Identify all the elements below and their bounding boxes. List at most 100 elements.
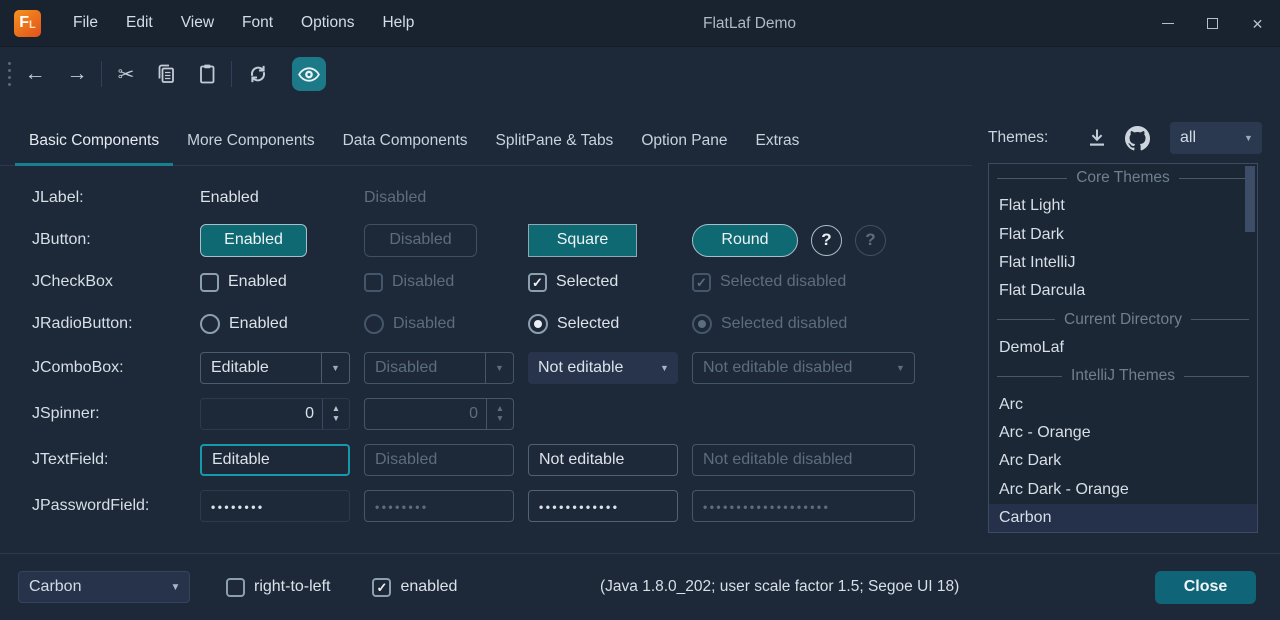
- textfield-not-editable-disabled: Not editable disabled: [692, 444, 915, 476]
- radio-disabled: Disabled: [364, 314, 528, 334]
- scrollbar-thumb[interactable]: [1245, 166, 1255, 232]
- menu-view[interactable]: View: [167, 0, 228, 47]
- passwordfield-enabled[interactable]: ••••••••: [200, 490, 350, 522]
- refresh-icon: [246, 62, 270, 86]
- menu-help[interactable]: Help: [368, 0, 428, 47]
- spinner-arrows-icon: ▲▼: [487, 404, 513, 424]
- tab-data-components[interactable]: Data Components: [329, 117, 482, 165]
- github-icon: [1125, 126, 1150, 151]
- themes-label: Themes:: [988, 129, 1048, 147]
- copy-icon: [154, 62, 178, 86]
- toolbar: ← → ✂: [0, 48, 1280, 100]
- disabled-button: Disabled: [364, 224, 477, 257]
- menu-font[interactable]: Font: [228, 0, 287, 47]
- maximize-button[interactable]: [1190, 0, 1235, 47]
- theme-item-flat-light[interactable]: Flat Light: [989, 192, 1257, 220]
- theme-combobox-value: Carbon: [19, 578, 162, 596]
- textfield-editable-focused[interactable]: Editable: [200, 444, 350, 476]
- spinner-disabled: 0▲▼: [364, 398, 514, 430]
- theme-item-demolaf[interactable]: DemoLaf: [989, 334, 1257, 362]
- chevron-down-icon: ▼: [651, 363, 678, 373]
- combobox-not-editable[interactable]: Not editable▼: [528, 352, 678, 384]
- passwordfield-disabled: ••••••••: [364, 490, 514, 522]
- row-jbutton: JButton: Enabled Disabled Square Round ?…: [0, 219, 970, 261]
- row-jcombobox: JComboBox: Editable▼ Disabled▼ Not edita…: [0, 345, 970, 391]
- eye-icon: [298, 67, 320, 82]
- close-button[interactable]: Close: [1155, 571, 1256, 604]
- textfield-not-editable[interactable]: Not editable: [528, 444, 678, 476]
- right-to-left-checkbox[interactable]: ✓right-to-left: [226, 578, 330, 597]
- minimize-button[interactable]: [1145, 0, 1190, 47]
- theme-item-carbon[interactable]: Carbon: [989, 504, 1257, 532]
- radio-selected[interactable]: Selected: [528, 314, 692, 334]
- download-icon: [1085, 126, 1109, 150]
- github-link-button[interactable]: [1122, 123, 1152, 153]
- chevron-down-icon: ▼: [486, 363, 513, 373]
- checkbox-checked-icon[interactable]: ✓: [528, 273, 547, 292]
- theme-item-arc-dark[interactable]: Arc Dark: [989, 447, 1257, 475]
- tab-extras[interactable]: Extras: [742, 117, 814, 165]
- status-text: (Java 1.8.0_202; user scale factor 1.5; …: [600, 578, 959, 596]
- row-jcheckbox: JCheckBox ✓Enabled ✓Disabled ✓Selected ✓…: [0, 261, 970, 303]
- chevron-down-icon: ▼: [887, 363, 914, 373]
- show-hidden-toggle-button[interactable]: [292, 57, 326, 91]
- theme-item-flat-intellij[interactable]: Flat IntelliJ: [989, 249, 1257, 277]
- window-controls: ✕: [1145, 0, 1280, 47]
- toolbar-grip-handle[interactable]: [8, 62, 11, 86]
- close-window-button[interactable]: ✕: [1235, 0, 1280, 47]
- checkbox-icon[interactable]: ✓: [226, 578, 245, 597]
- round-button[interactable]: Round: [692, 224, 798, 257]
- chevron-down-icon: ▼: [162, 582, 189, 593]
- checkbox-icon: ✓: [364, 273, 383, 292]
- chevron-down-icon: ▼: [1235, 133, 1262, 143]
- cut-button[interactable]: ✂: [108, 56, 144, 92]
- tab-splitpane-tabs[interactable]: SplitPane & Tabs: [482, 117, 628, 165]
- help-button-disabled: ?: [855, 225, 886, 256]
- radio-selected-icon[interactable]: [528, 314, 548, 334]
- square-button[interactable]: Square: [528, 224, 637, 257]
- back-button[interactable]: ←: [17, 56, 53, 92]
- paste-button[interactable]: [189, 56, 225, 92]
- themes-section-header: Core Themes: [989, 164, 1257, 192]
- copy-button[interactable]: [148, 56, 184, 92]
- row-jspinner: JSpinner: 0▲▼ 0▲▼: [0, 391, 970, 437]
- themes-filter-combobox[interactable]: all ▼: [1170, 122, 1262, 154]
- spinner-enabled[interactable]: 0▲▼: [200, 398, 350, 430]
- checkbox-checked-icon: ✓: [692, 273, 711, 292]
- theme-item-arc-orange[interactable]: Arc - Orange: [989, 419, 1257, 447]
- combobox-not-editable-disabled: Not editable disabled▼: [692, 352, 915, 384]
- checkbox-disabled: ✓Disabled: [364, 273, 528, 292]
- radio-enabled[interactable]: Enabled: [200, 314, 364, 334]
- passwordfield-not-editable[interactable]: ••••••••••••: [528, 490, 678, 522]
- paste-icon: [195, 62, 219, 86]
- menu-edit[interactable]: Edit: [112, 0, 167, 47]
- menu-options[interactable]: Options: [287, 0, 368, 47]
- row-jlabel: JLabel: Enabled Disabled: [0, 177, 970, 219]
- checkbox-icon[interactable]: ✓: [200, 273, 219, 292]
- theme-item-arc[interactable]: Arc: [989, 391, 1257, 419]
- tab-option-pane[interactable]: Option Pane: [627, 117, 741, 165]
- enabled-button[interactable]: Enabled: [200, 224, 307, 257]
- close-icon: ✕: [1252, 17, 1264, 31]
- checkbox-checked-icon[interactable]: ✓: [372, 578, 391, 597]
- theme-item-flat-dark[interactable]: Flat Dark: [989, 221, 1257, 249]
- checkbox-enabled[interactable]: ✓Enabled: [200, 273, 364, 292]
- radio-icon[interactable]: [200, 314, 220, 334]
- menubar: File Edit View Font Options Help: [59, 0, 428, 47]
- theme-combobox[interactable]: Carbon ▼: [18, 571, 190, 603]
- back-arrow-icon: ←: [25, 62, 46, 86]
- refresh-button[interactable]: [240, 56, 276, 92]
- help-button[interactable]: ?: [811, 225, 842, 256]
- download-themes-button[interactable]: [1082, 123, 1112, 153]
- enabled-checkbox[interactable]: ✓enabled: [372, 578, 457, 597]
- theme-item-flat-darcula[interactable]: Flat Darcula: [989, 277, 1257, 305]
- jradiobutton-row-label: JRadioButton:: [32, 315, 200, 333]
- tab-basic-components[interactable]: Basic Components: [15, 117, 173, 165]
- spinner-arrows-icon[interactable]: ▲▼: [323, 404, 349, 424]
- checkbox-selected[interactable]: ✓Selected: [528, 273, 692, 292]
- menu-file[interactable]: File: [59, 0, 112, 47]
- tab-more-components[interactable]: More Components: [173, 117, 329, 165]
- combobox-editable[interactable]: Editable▼: [200, 352, 350, 384]
- forward-button[interactable]: →: [59, 56, 95, 92]
- theme-item-arc-dark-orange[interactable]: Arc Dark - Orange: [989, 475, 1257, 503]
